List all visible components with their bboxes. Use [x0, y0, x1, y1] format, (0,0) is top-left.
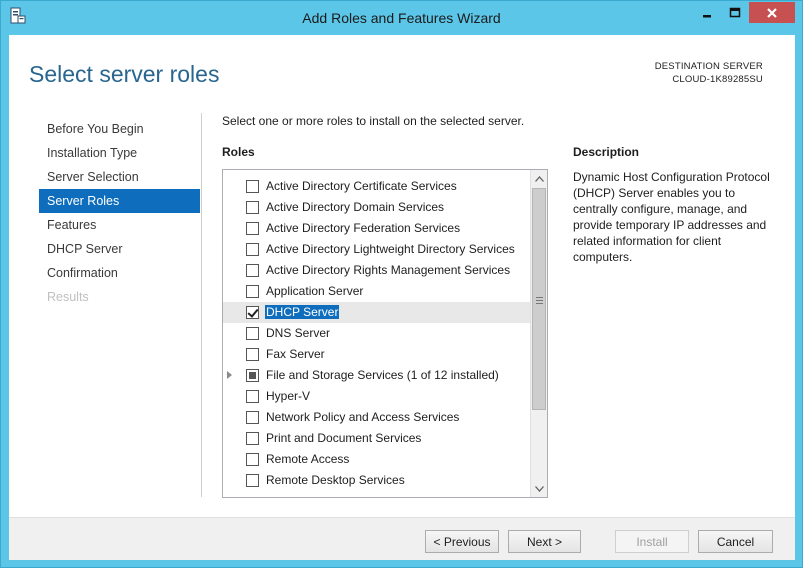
role-item[interactable]: Active Directory Lightweight Directory S…	[223, 239, 530, 260]
roles-heading: Roles	[222, 145, 255, 159]
expand-arrow-icon[interactable]	[227, 371, 232, 379]
nav-divider	[201, 113, 202, 497]
description-heading: Description	[573, 145, 640, 159]
nav-item-before-you-begin[interactable]: Before You Begin	[39, 117, 200, 141]
role-checkbox[interactable]	[246, 432, 259, 445]
destination-server-info: DESTINATION SERVER CLOUD-1K89285SU	[655, 60, 763, 86]
roles-scrollbar[interactable]	[530, 170, 547, 497]
role-item[interactable]: Remote Access	[223, 449, 530, 470]
role-item[interactable]: Active Directory Domain Services	[223, 197, 530, 218]
instruction-text: Select one or more roles to install on t…	[222, 114, 525, 128]
role-label: Active Directory Certificate Services	[266, 179, 457, 193]
minimize-button[interactable]	[693, 2, 720, 23]
role-checkbox[interactable]	[246, 180, 259, 193]
role-checkbox[interactable]	[246, 201, 259, 214]
scroll-down-button[interactable]	[531, 480, 547, 497]
nav-item-confirmation[interactable]: Confirmation	[39, 261, 200, 285]
destination-server-name: CLOUD-1K89285SU	[672, 74, 763, 85]
role-checkbox[interactable]	[246, 411, 259, 424]
role-label: Active Directory Domain Services	[266, 200, 445, 214]
role-checkbox[interactable]	[246, 264, 259, 277]
role-label: Network Policy and Access Services	[266, 410, 460, 424]
role-checkbox[interactable]	[246, 222, 259, 235]
role-item[interactable]: Print and Document Services	[223, 428, 530, 449]
wizard-client-area: Select server roles DESTINATION SERVER C…	[9, 35, 795, 560]
next-button[interactable]: Next >	[508, 530, 581, 553]
chevron-up-icon	[534, 175, 544, 182]
role-checkbox[interactable]	[246, 306, 259, 319]
role-item[interactable]: Hyper-V	[223, 386, 530, 407]
nav-item-server-selection[interactable]: Server Selection	[39, 165, 200, 189]
close-icon	[767, 7, 777, 18]
nav-item-features[interactable]: Features	[39, 213, 200, 237]
role-item[interactable]: Fax Server	[223, 344, 530, 365]
role-label: Remote Access	[266, 452, 350, 466]
role-item[interactable]: DHCP Server	[223, 302, 530, 323]
install-button: Install	[615, 530, 689, 553]
chevron-down-icon	[534, 485, 544, 492]
role-checkbox[interactable]	[246, 474, 259, 487]
destination-label: DESTINATION SERVER	[654, 61, 763, 72]
role-label: Fax Server	[266, 347, 325, 361]
close-button[interactable]	[749, 2, 795, 23]
role-item[interactable]: Active Directory Federation Services	[223, 218, 530, 239]
role-item[interactable]: Application Server	[223, 281, 530, 302]
cancel-button[interactable]: Cancel	[698, 530, 773, 553]
scroll-thumb[interactable]	[532, 188, 546, 410]
grip-icon	[536, 297, 543, 304]
role-label: File and Storage Services (1 of 12 insta…	[266, 368, 499, 382]
role-checkbox[interactable]	[246, 348, 259, 361]
nav-item-dhcp-server[interactable]: DHCP Server	[39, 237, 200, 261]
role-item[interactable]: Active Directory Certificate Services	[223, 176, 530, 197]
window-title: Add Roles and Features Wizard	[302, 10, 501, 26]
role-label: Active Directory Rights Management Servi…	[266, 263, 511, 277]
role-checkbox[interactable]	[246, 453, 259, 466]
minimize-icon	[702, 14, 711, 17]
wizard-footer: < Previous Next > Install Cancel	[9, 517, 795, 560]
maximize-icon	[729, 7, 740, 17]
description-text: Dynamic Host Configuration Protocol (DHC…	[573, 170, 770, 264]
nav-item-server-roles[interactable]: Server Roles	[39, 189, 200, 213]
role-label: Hyper-V	[266, 389, 311, 403]
previous-button[interactable]: < Previous	[425, 530, 499, 553]
page-title: Select server roles	[29, 61, 220, 87]
scroll-up-button[interactable]	[531, 170, 547, 187]
role-label: Application Server	[266, 284, 364, 298]
wizard-nav: Before You Begin Installation Type Serve…	[39, 117, 200, 309]
role-label: Active Directory Federation Services	[266, 221, 461, 235]
role-label: DNS Server	[266, 326, 331, 340]
role-checkbox[interactable]	[246, 327, 259, 340]
role-item[interactable]: Network Policy and Access Services	[223, 407, 530, 428]
nav-item-installation-type[interactable]: Installation Type	[39, 141, 200, 165]
role-label: Print and Document Services	[266, 431, 422, 445]
nav-item-results: Results	[47, 290, 89, 304]
role-label: Active Directory Lightweight Directory S…	[266, 242, 515, 256]
role-label: DHCP Server	[265, 305, 340, 319]
maximize-button[interactable]	[721, 2, 748, 23]
role-checkbox[interactable]	[246, 285, 259, 298]
role-checkbox[interactable]	[246, 369, 259, 382]
role-item[interactable]: DNS Server	[223, 323, 530, 344]
title-bar[interactable]: Add Roles and Features Wizard	[1, 1, 802, 35]
roles-list[interactable]: Active Directory Certificate Services Act…	[222, 169, 548, 498]
role-label: Remote Desktop Services	[266, 473, 405, 487]
role-item[interactable]: Remote Desktop Services	[223, 470, 530, 491]
role-item[interactable]: Active Directory Rights Management Servi…	[223, 260, 530, 281]
role-checkbox[interactable]	[246, 390, 259, 403]
role-item[interactable]: File and Storage Services (1 of 12 insta…	[223, 365, 530, 386]
role-checkbox[interactable]	[246, 243, 259, 256]
wizard-window: Add Roles and Features Wizard Select ser…	[0, 0, 803, 568]
